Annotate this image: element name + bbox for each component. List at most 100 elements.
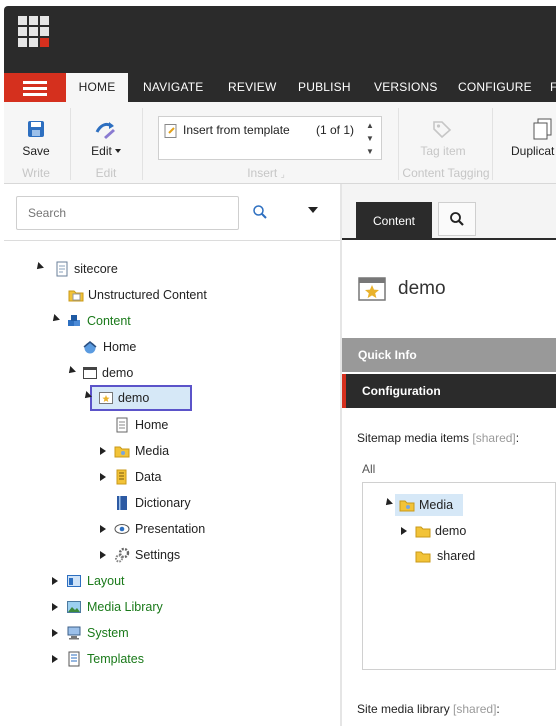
search-icon[interactable]: [252, 204, 268, 220]
expand-gallery-icon[interactable]: ▼: [361, 145, 379, 158]
tree-node-label: sitecore: [74, 262, 118, 276]
edit-button[interactable]: Edit: [86, 144, 126, 158]
content-editor-panel: Content demo Quick Info Configuration Si…: [342, 184, 556, 726]
tree-node-label: demo: [435, 524, 467, 538]
save-icon[interactable]: [27, 120, 45, 138]
write-group-label: Write: [22, 166, 50, 180]
collapse-icon[interactable]: [383, 498, 393, 508]
document-icon: [56, 261, 68, 277]
layout-icon: [67, 575, 81, 587]
tab-publish[interactable]: PUBLISH: [298, 73, 351, 102]
content-cubes-icon: [68, 315, 80, 326]
tree-node-label: Home: [103, 340, 137, 354]
tree-node-label: demo: [118, 391, 150, 405]
search-options-dropdown-icon[interactable]: [308, 207, 318, 213]
global-header: [4, 6, 556, 58]
window-icon: [83, 367, 97, 379]
collapse-icon[interactable]: [34, 262, 44, 272]
scroll-up-icon[interactable]: ▲: [361, 119, 379, 132]
editor-tab-bar: Content: [342, 184, 556, 240]
section-configuration[interactable]: Configuration: [342, 374, 556, 408]
collapse-icon[interactable]: [66, 366, 76, 376]
tab-content[interactable]: Content: [356, 202, 432, 240]
home-globe-icon: [83, 341, 97, 354]
duplicate-icon[interactable]: [532, 118, 554, 140]
expand-icon[interactable]: [52, 629, 58, 637]
dialog-launcher-icon[interactable]: ⌟: [281, 169, 285, 179]
insert-from-template-item[interactable]: Insert from template: [183, 123, 290, 137]
tree-node-label: Media Library: [87, 600, 163, 614]
search-icon: [450, 212, 464, 226]
tab-versions[interactable]: VERSIONS: [374, 73, 438, 102]
tree-node-label: Media: [135, 444, 170, 458]
tree-node-label: Data: [135, 470, 162, 484]
content-tree-panel: sitecore Unstructured Content Content Ho…: [4, 184, 340, 726]
expand-icon[interactable]: [100, 551, 106, 559]
tree-node-label: Layout: [87, 574, 125, 588]
tab-configure[interactable]: CONFIGURE: [458, 73, 532, 102]
page-icon: [116, 417, 128, 433]
expand-icon[interactable]: [100, 525, 106, 533]
dictionary-book-icon: [117, 496, 127, 510]
media-folder-icon: [399, 500, 415, 512]
tree-node-label: Home: [135, 418, 169, 432]
chevron-down-icon: [114, 149, 121, 153]
edit-icon[interactable]: [95, 120, 117, 140]
site-star-icon: [358, 277, 386, 301]
sitemap-media-items-label: Sitemap media items [shared]:: [357, 431, 520, 445]
duplicate-button[interactable]: Duplicat: [511, 144, 556, 158]
insert-gallery[interactable]: Insert from template (1 of 1) ▲ ▼ ▼: [158, 116, 382, 160]
tree-node-label: System: [87, 626, 129, 640]
data-icon: [116, 469, 127, 485]
collapse-icon[interactable]: [50, 314, 60, 324]
tab-navigate[interactable]: NAVIGATE: [143, 73, 204, 102]
tree-node-label: demo: [102, 366, 134, 380]
search-input[interactable]: [16, 196, 239, 230]
content-tagging-group-label: Content Tagging: [402, 166, 490, 180]
tab-overflow[interactable]: F: [550, 73, 556, 102]
folder-icon: [415, 551, 431, 563]
ribbon-divider: [70, 108, 71, 180]
editor-search-button[interactable]: [438, 202, 476, 236]
item-title: demo: [398, 278, 446, 299]
scroll-down-icon[interactable]: ▼: [361, 132, 379, 145]
eye-icon: [114, 524, 130, 534]
expand-icon[interactable]: [100, 473, 106, 481]
gallery-page-count: (1 of 1): [316, 123, 355, 137]
media-tree-field[interactable]: Media demo shared: [362, 482, 556, 670]
tree-node-label: Presentation: [135, 522, 206, 536]
tab-review[interactable]: REVIEW: [228, 73, 277, 102]
sitecore-logo-icon[interactable]: [18, 16, 50, 48]
insert-group-label: Insert ⌟: [247, 166, 285, 180]
ribbon-tab-bar: HOME NAVIGATE REVIEW PUBLISH VERSIONS CO…: [4, 58, 556, 102]
template-icon: [164, 124, 177, 138]
tree-node-label: Settings: [135, 548, 181, 562]
media-folder-icon: [114, 446, 130, 458]
site-star-icon: [99, 392, 113, 404]
folder-icon: [68, 290, 84, 302]
all-items-label: All: [362, 462, 376, 476]
menu-icon[interactable]: [4, 73, 66, 102]
expand-icon[interactable]: [52, 603, 58, 611]
expand-icon[interactable]: [52, 655, 58, 663]
divider: [4, 240, 340, 241]
ribbon-divider: [142, 108, 143, 180]
expand-icon[interactable]: [52, 577, 58, 585]
tag-item-button[interactable]: Tag item: [408, 144, 478, 158]
site-media-library-label: Site media library [shared]:: [357, 702, 500, 716]
tree-node-label: Dictionary: [135, 496, 191, 510]
expand-icon[interactable]: [100, 447, 106, 455]
expand-icon[interactable]: [401, 527, 407, 535]
gallery-scrollbar[interactable]: ▲ ▼ ▼: [361, 119, 379, 159]
ribbon-divider: [492, 108, 493, 180]
gear-icon: [115, 547, 130, 563]
tree-node-label: Content: [87, 314, 131, 328]
save-button[interactable]: Save: [18, 144, 54, 158]
tag-icon[interactable]: [432, 120, 452, 138]
edit-group-label: Edit: [95, 166, 117, 180]
section-quick-info[interactable]: Quick Info: [342, 338, 556, 372]
tree-node-label: Media: [419, 498, 454, 512]
template-doc-icon: [68, 651, 80, 667]
tab-home[interactable]: HOME: [66, 73, 128, 102]
tree-node-label: shared: [437, 549, 476, 563]
